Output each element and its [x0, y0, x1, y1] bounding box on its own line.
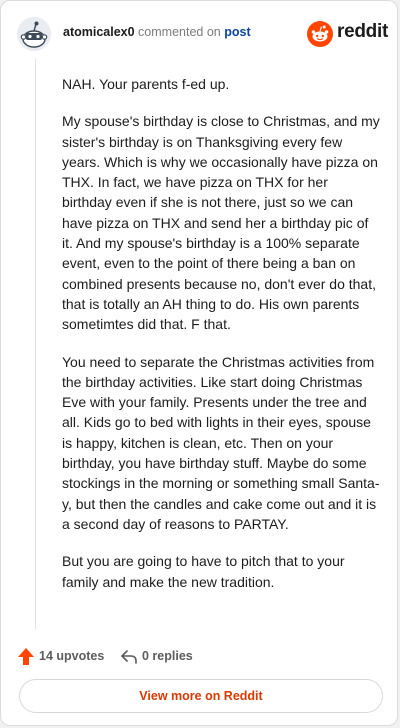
view-more-button[interactable]: View more on Reddit [19, 679, 383, 713]
comment-meta: atomicalex0 commented on post [63, 25, 251, 39]
reddit-brand-link[interactable]: reddit [307, 19, 388, 49]
comment-footer: 14 upvotes 0 replies [17, 647, 387, 667]
reddit-logo-icon [307, 21, 333, 47]
post-link[interactable]: post [224, 25, 250, 39]
reply-arrow-icon [121, 650, 137, 664]
upvote-stat[interactable]: 14 upvotes [17, 647, 113, 667]
commented-on-text: commented on [134, 25, 225, 39]
comment-header: atomicalex0 commented on post reddit [17, 17, 388, 51]
reply-count: 0 replies [142, 649, 193, 663]
comment-paragraph: NAH. Your parents f-ed up. [62, 76, 230, 92]
upvote-count: 14 upvotes [39, 649, 105, 663]
comment-body: NAH. Your parents f-ed up. My spouse's b… [62, 74, 380, 609]
comment-paragraph: You need to separate the Christmas activ… [62, 353, 380, 532]
embedded-comment-card: atomicalex0 commented on post reddit NAH… [0, 0, 398, 726]
reply-stat[interactable]: 0 replies [120, 647, 210, 667]
snoo-avatar-icon[interactable] [17, 17, 51, 51]
thread-line [35, 59, 36, 629]
username-link[interactable]: atomicalex0 [63, 25, 135, 39]
reddit-wordmark: reddit [337, 21, 388, 42]
comment-paragraph: But you are going to have to pitch that … [62, 553, 345, 590]
upvote-arrow-icon [18, 648, 34, 665]
comment-paragraph: My spouse's birthday is close to Christm… [62, 113, 380, 333]
